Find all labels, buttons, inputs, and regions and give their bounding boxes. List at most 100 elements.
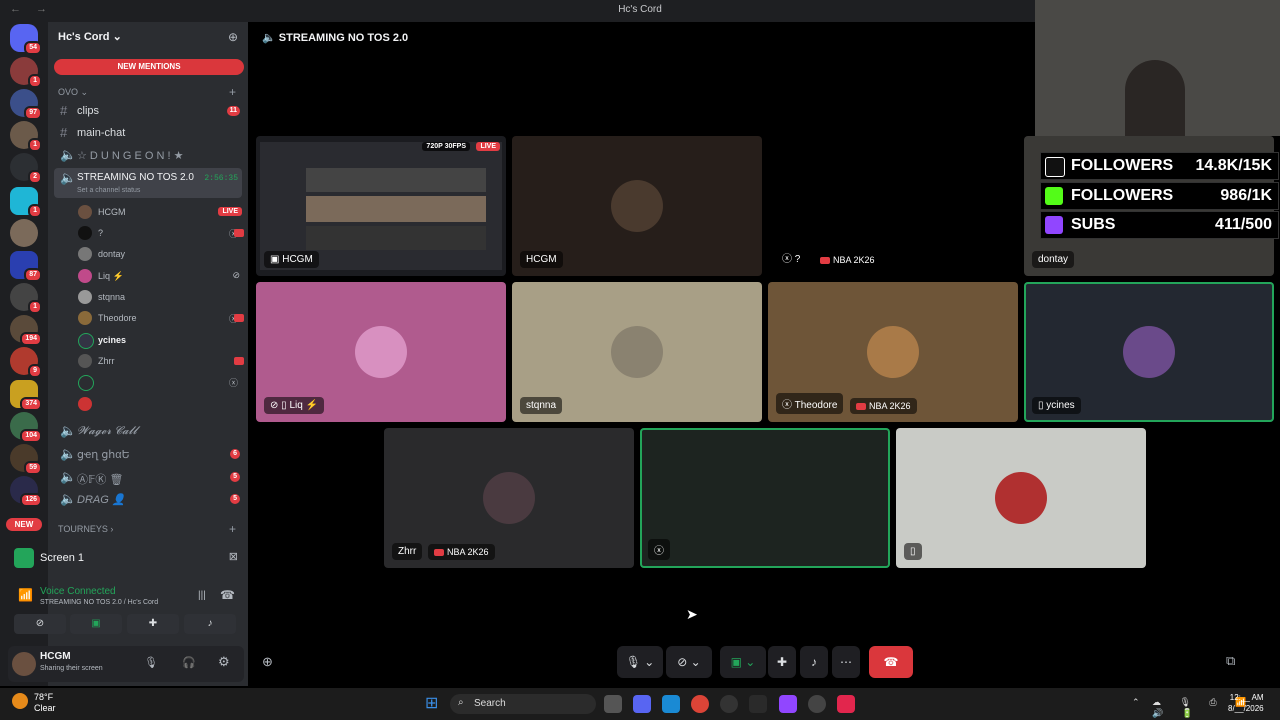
invite-icon[interactable]: ⊕: [262, 654, 273, 670]
weather-widget[interactable]: 78°F Clear: [34, 692, 56, 714]
noise-suppression-icon[interactable]: |||: [198, 590, 206, 601]
microphone-icon: 🎙 ⌄: [625, 655, 655, 669]
server-icon-1[interactable]: 1: [10, 57, 42, 88]
server-icon-14[interactable]: 126: [10, 476, 42, 507]
user-tile-speaking[interactable]: ⓧ: [640, 428, 890, 568]
chrome-icon[interactable]: [691, 695, 709, 713]
tile-name-tag: ▯: [904, 543, 922, 560]
channel-streaming-no-tos[interactable]: 🔈 STREAMING NO TOS 2.0 2:56:35 Set a cha…: [54, 168, 242, 198]
server-icon-10[interactable]: 9: [10, 347, 42, 378]
server-icon-13[interactable]: 59: [10, 444, 42, 475]
app-icon[interactable]: [749, 695, 767, 713]
server-icon-8[interactable]: 1: [10, 283, 42, 314]
avatar[interactable]: [12, 652, 36, 676]
weather-icon[interactable]: [12, 693, 28, 709]
user-tile-unknown[interactable]: ⓧ ? NBA 2K26: [768, 136, 1018, 276]
stream-tile-hcgm[interactable]: 720P 30FPS LIVE ▣ HCGM: [256, 136, 506, 276]
mobile-icon: ▯: [910, 546, 916, 557]
server-name[interactable]: Hc's Cord ⌄: [58, 30, 122, 43]
avatar: [867, 326, 919, 378]
voice-user[interactable]: Zhrr: [76, 352, 246, 370]
taskbar-search[interactable]: ⌕ Search: [450, 694, 596, 714]
server-icon-4[interactable]: 2: [10, 153, 42, 184]
user-tile-ycines[interactable]: ▯ ycines: [1024, 282, 1274, 422]
activities-button[interactable]: ✚: [127, 614, 179, 634]
voice-channel-path[interactable]: STREAMING NO TOS 2.0 / Hc's Cord: [40, 599, 158, 606]
server-icon-7[interactable]: 87: [10, 251, 42, 282]
channel-dungeon[interactable]: 🔈 ☆ D U N G E O N ! ★: [54, 145, 242, 165]
settings-gear-icon[interactable]: ⚙: [218, 654, 230, 670]
popout-icon[interactable]: ⧉: [1226, 653, 1235, 669]
server-icon-11[interactable]: 374: [10, 380, 42, 411]
voice-user[interactable]: HCGM LIVE: [76, 203, 246, 221]
clock[interactable]: 12:__ AM 8/__/2026: [1228, 692, 1264, 714]
new-badge[interactable]: NEW: [6, 518, 42, 531]
microphone-icon[interactable]: 🎙: [144, 656, 158, 669]
tray-chevron-icon[interactable]: ⌃: [1132, 697, 1140, 708]
youtube-icon: [234, 357, 244, 365]
channel-status[interactable]: Set a channel status: [77, 187, 140, 194]
server-icon-9[interactable]: 194: [10, 315, 42, 346]
channel-clips[interactable]: # clips 11: [54, 101, 242, 121]
avatar: [995, 472, 1047, 524]
server-icon-6[interactable]: [10, 219, 38, 247]
category-ovo[interactable]: OVO ⌄: [58, 87, 88, 98]
server-icon-2[interactable]: 97: [10, 89, 42, 120]
add-channel-icon[interactable]: +: [229, 522, 236, 536]
voice-user[interactable]: ycines: [76, 331, 246, 349]
add-channel-icon[interactable]: +: [229, 85, 236, 99]
mute-button[interactable]: 🎙 ⌄: [617, 646, 663, 678]
channel-gen-chat[interactable]: 🔈 ցҽղ ցհαԵ 6: [54, 444, 242, 464]
camera-button[interactable]: ⊘: [14, 614, 66, 634]
user-tile-theodore[interactable]: ⓧ Theodore NBA 2K26: [768, 282, 1018, 422]
server-icon-12[interactable]: 104: [10, 412, 42, 443]
voice-user[interactable]: [76, 395, 246, 413]
windows-start-icon[interactable]: ⊞: [425, 695, 443, 713]
user-tile-liq[interactable]: ⊘ ▯ Liq ⚡: [256, 282, 506, 422]
screen-share-row[interactable]: Screen 1 ⊠: [8, 545, 244, 571]
soundboard-button[interactable]: ♪: [184, 614, 236, 634]
disconnect-button[interactable]: ☎: [869, 646, 913, 678]
disconnect-icon[interactable]: ☎: [220, 588, 235, 602]
direct-messages-icon[interactable]: 54: [10, 24, 42, 55]
voice-user[interactable]: ⓧ: [76, 373, 246, 391]
server-icon-5[interactable]: 1: [10, 187, 42, 218]
new-mentions-banner[interactable]: NEW MENTIONS: [54, 59, 244, 75]
tiktok-live-icon[interactable]: [837, 695, 855, 713]
screen-share-button[interactable]: ▣ ⌄: [720, 646, 766, 678]
obs-icon[interactable]: [808, 695, 826, 713]
share-screen-button[interactable]: ▣: [70, 614, 122, 634]
voice-connected-label[interactable]: Voice Connected: [40, 586, 116, 597]
category-tourneys[interactable]: TOURNEYS ›: [58, 524, 113, 534]
discord-icon[interactable]: [633, 695, 651, 713]
channel-afk[interactable]: 🔈 Ⓐ𝔽Ⓚ 🗑 5: [54, 467, 242, 487]
user-tile-hcgm[interactable]: HCGM: [512, 136, 762, 276]
edge-icon[interactable]: [662, 695, 680, 713]
channel-main-chat[interactable]: # main-chat: [54, 123, 242, 143]
soundboard-button[interactable]: ♪: [800, 646, 828, 678]
server-icon-3[interactable]: 1: [10, 121, 42, 152]
voice-user[interactable]: Liq ⚡ ⊘: [76, 267, 246, 285]
voice-user[interactable]: Theodoreⓧ: [76, 309, 246, 327]
avatar: [78, 354, 92, 368]
user-tile-zhrr[interactable]: Zhrr NBA 2K26: [384, 428, 634, 568]
more-options-button[interactable]: ⋯: [832, 646, 860, 678]
close-icon[interactable]: ⊠: [229, 550, 238, 563]
signal-icon[interactable]: 📶: [18, 588, 33, 602]
user-tile-phone[interactable]: ▯: [896, 428, 1146, 568]
youtube-icon: [234, 229, 244, 237]
user-tile-stqnna[interactable]: stqnna: [512, 282, 762, 422]
twitch-icon[interactable]: [779, 695, 797, 713]
task-view-icon[interactable]: [604, 695, 622, 713]
headphones-icon[interactable]: 🎧: [182, 656, 196, 669]
channel-wager-call[interactable]: 🔈 𝓦𝓪𝓰𝓮𝓻 𝓒𝓪𝓵𝓵: [54, 421, 242, 441]
voice-user[interactable]: stqnna: [76, 288, 246, 306]
voice-user[interactable]: ?ⓧ: [76, 224, 246, 242]
activities-button[interactable]: ✚: [768, 646, 796, 678]
channel-drag[interactable]: 🔈 DRAG 👤 5: [54, 489, 242, 509]
voice-user[interactable]: dontay: [76, 245, 246, 263]
add-friend-icon[interactable]: ⊕: [228, 30, 238, 44]
camera-toggle-button[interactable]: ⊘ ⌄: [666, 646, 712, 678]
media-player-icon[interactable]: [720, 695, 738, 713]
avatar: [78, 333, 94, 349]
